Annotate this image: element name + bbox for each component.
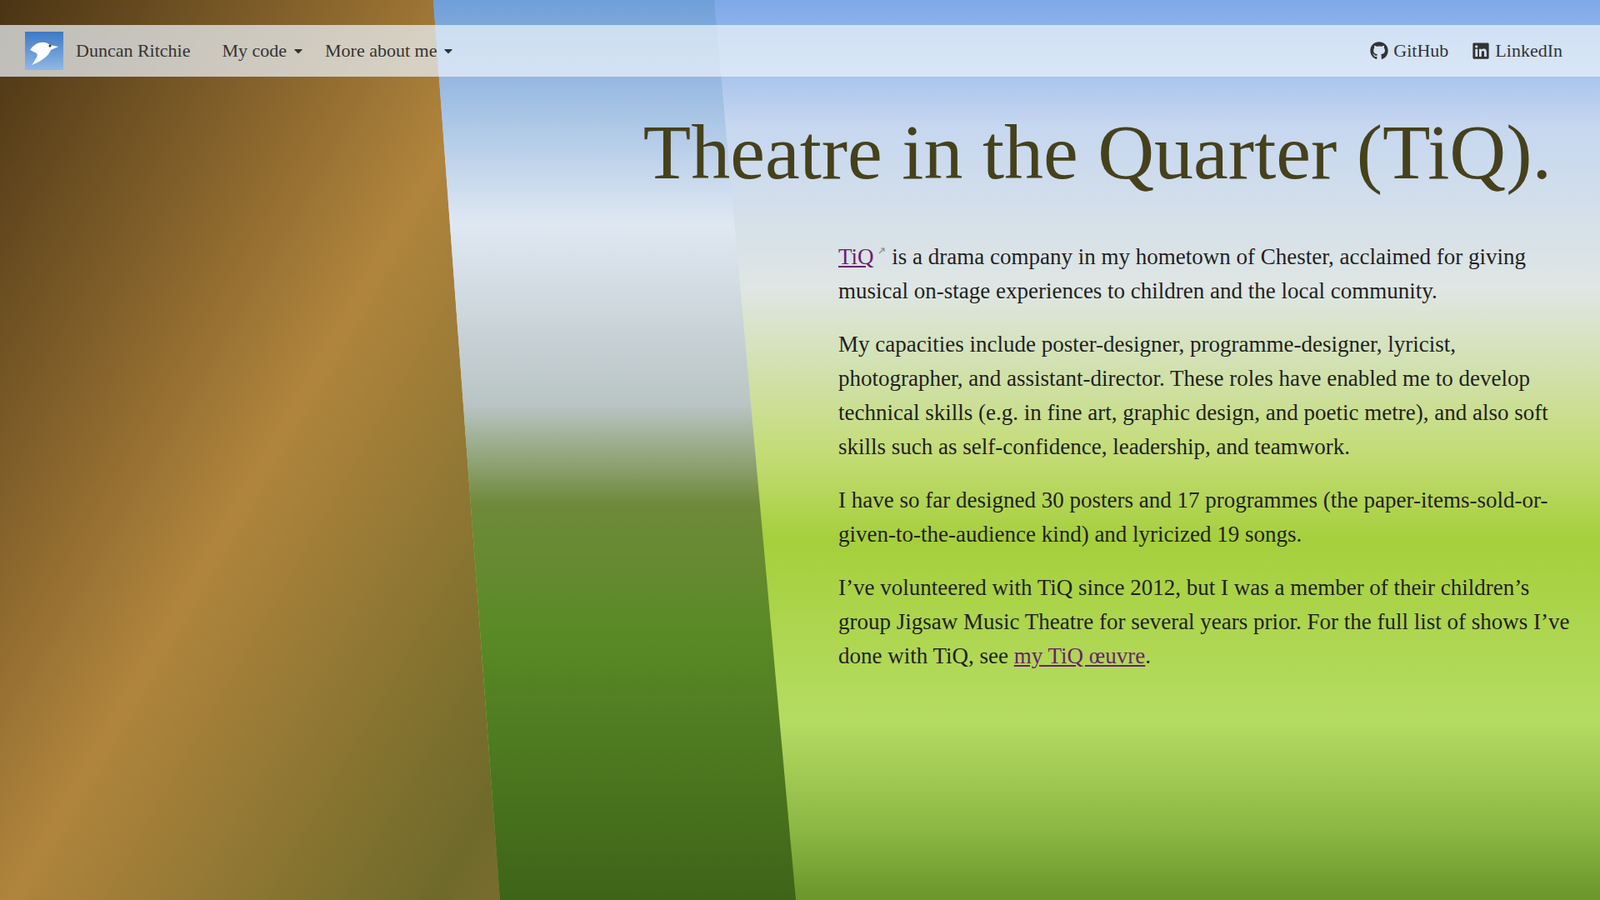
caret-down-icon — [291, 44, 305, 58]
social-link[interactable]: LinkedIn — [1471, 40, 1563, 62]
paragraph: I’ve volunteered with TiQ since 2012, bu… — [838, 570, 1572, 674]
brand-link[interactable]: Duncan Ritchie — [25, 31, 190, 70]
bird-logo-icon — [25, 31, 64, 70]
text-link[interactable]: my TiQ œuvre — [1014, 643, 1146, 669]
github-icon — [1370, 41, 1389, 60]
page: Theatre in the Quarter (TiQ). TiQ is a dr… — [0, 0, 1600, 900]
article-body: TiQ is a drama company in my hometown of… — [838, 240, 1572, 674]
nav-dropdown[interactable]: My code — [221, 40, 305, 62]
paragraph: I have so far designed 30 posters and 17… — [838, 483, 1572, 552]
paragraph: TiQ is a drama company in my hometown of… — [838, 240, 1572, 309]
content: Theatre in the Quarter (TiQ). TiQ is a dr… — [0, 0, 1600, 900]
page-title: Theatre in the Quarter (TiQ). — [643, 106, 1600, 197]
nav-dropdown[interactable]: More about me — [325, 40, 455, 62]
linkedin-icon — [1471, 41, 1490, 60]
paragraph: My capacities include poster-designer, p… — [838, 327, 1572, 465]
caret-down-icon — [441, 44, 455, 58]
navbar: Duncan Ritchie My code More about me GitHub… — [0, 25, 1600, 77]
external-link-icon — [876, 245, 887, 256]
social-link[interactable]: GitHub — [1370, 40, 1449, 62]
text-link[interactable]: TiQ — [838, 244, 875, 270]
nav-right: GitHub LinkedIn — [1370, 40, 1563, 62]
nav-left: Duncan Ritchie My code More about me — [25, 31, 455, 70]
